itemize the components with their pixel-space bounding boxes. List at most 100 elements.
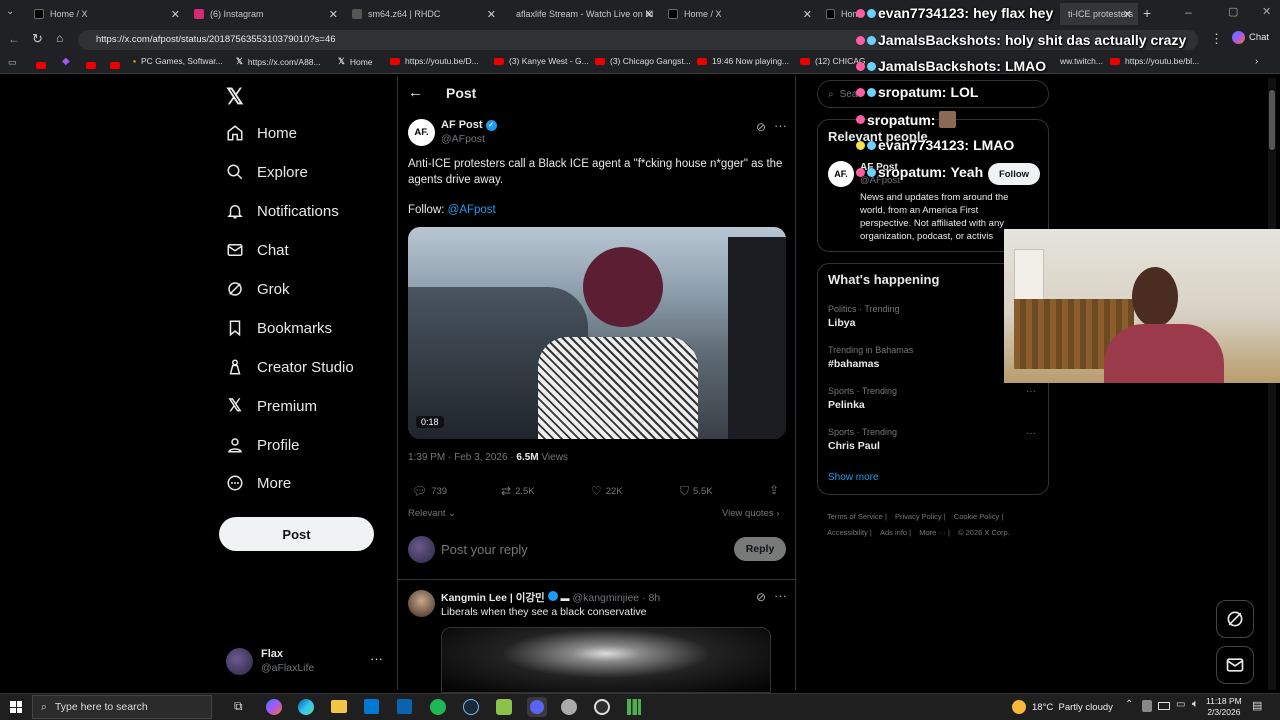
nav-profile[interactable]: Profile <box>226 436 300 454</box>
footer-link[interactable]: Cookie Policy <box>954 512 999 521</box>
tray-overflow-icon[interactable]: ⌃ <box>1125 699 1133 710</box>
minimize-icon[interactable]: – <box>1185 5 1192 19</box>
steam-icon[interactable] <box>463 699 479 715</box>
file-explorer-icon[interactable] <box>331 700 347 713</box>
taskbar-app-icon[interactable] <box>266 699 282 715</box>
maximize-icon[interactable]: ▢ <box>1228 5 1238 18</box>
footer-link[interactable]: Accessibility <box>827 528 868 537</box>
bookmark-item[interactable]: ww.twitch... <box>1060 56 1103 66</box>
show-more-link[interactable]: Show more <box>828 472 879 483</box>
nav-explore[interactable]: Explore <box>226 163 308 181</box>
nav-notifications[interactable]: Notifications <box>226 202 339 220</box>
repost-action[interactable]: ⇄ 2.5K <box>501 484 535 498</box>
close-tab-icon[interactable]: ✕ <box>171 8 180 21</box>
reply-author-name[interactable]: Kangmin Lee | 이강민 <box>441 592 545 604</box>
store-icon[interactable] <box>364 699 379 714</box>
network-icon[interactable]: ▭ <box>1176 699 1185 710</box>
nav-creator-studio[interactable]: Creator Studio <box>226 358 354 376</box>
nav-premium[interactable]: 𝕏 Premium <box>226 396 317 415</box>
trend-item[interactable]: Sports · Trending Pelinka <box>828 386 1038 411</box>
reply-media[interactable] <box>441 627 771 693</box>
avatar[interactable]: AF. <box>828 161 854 187</box>
footer-link[interactable]: Ads info <box>880 528 907 537</box>
edge-icon[interactable] <box>298 699 314 715</box>
spotify-icon[interactable] <box>430 699 446 715</box>
back-arrow-icon[interactable]: ← <box>408 84 423 101</box>
account-more-icon[interactable]: ··· <box>370 651 383 666</box>
copilot-chat-button[interactable]: Chat <box>1232 31 1269 44</box>
browser-tab[interactable]: aflaxlife Stream - Watch Live on Ki ✕ <box>502 3 660 25</box>
bookmark-item[interactable]: (3) Kanye West - G... <box>494 56 589 66</box>
bookmark-icon-only[interactable] <box>110 57 120 72</box>
start-button[interactable] <box>10 701 22 713</box>
author-name[interactable]: AF Post ✓ <box>441 119 497 131</box>
nav-more[interactable]: More <box>226 474 291 492</box>
close-tab-icon[interactable]: ✕ <box>803 8 812 21</box>
grok-explain-icon[interactable]: ⊘ <box>756 590 766 604</box>
bookmark-item[interactable]: ▪ PC Games, Softwar... <box>133 56 223 66</box>
home-icon[interactable]: ⌂ <box>56 31 63 45</box>
follow-button[interactable]: Follow <box>988 163 1040 185</box>
task-view-icon[interactable]: ⧉ <box>234 699 243 714</box>
author-handle[interactable]: @AFpost <box>441 133 485 145</box>
new-tab-icon[interactable]: + <box>1143 5 1151 21</box>
bookmark-action[interactable]: ⛉ 5.5K <box>680 484 713 499</box>
bookmark-item[interactable]: https://youtu.be/D... <box>390 56 479 66</box>
close-tab-icon[interactable]: ✕ <box>1123 8 1132 21</box>
bookmark-item[interactable]: 19:46 Now playing... <box>697 56 789 66</box>
close-window-icon[interactable]: ✕ <box>1262 5 1271 18</box>
tray-app-icon[interactable] <box>1142 700 1152 712</box>
close-tab-icon[interactable]: ✕ <box>329 8 338 21</box>
close-tab-icon[interactable]: ✕ <box>487 8 496 21</box>
back-icon[interactable]: ← <box>8 32 20 46</box>
notifications-icon[interactable]: ▤ <box>1252 699 1262 712</box>
trend-item[interactable]: Sports · Trending Chris Paul <box>828 427 1038 452</box>
reply-button[interactable]: Reply <box>734 537 786 561</box>
bookmark-item[interactable]: 𝕏 Home <box>338 56 373 67</box>
menu-dots-icon[interactable]: ⋮ <box>1210 31 1223 47</box>
obs-icon[interactable] <box>594 699 610 715</box>
bookmark-icon-only[interactable]: ◆ <box>62 56 70 67</box>
account-switcher[interactable]: Flax @aFlaxLife ··· <box>226 646 386 678</box>
browser-tab-active[interactable]: ti-ICE protesters ✕ <box>1060 3 1138 25</box>
share-icon[interactable]: ⇪ <box>769 483 779 497</box>
post-video[interactable]: 0:18 <box>408 227 786 439</box>
footer-link[interactable]: More ··· <box>919 528 946 537</box>
reply-input[interactable] <box>441 539 711 559</box>
bookmark-item[interactable]: (3) Chicago Gangst... <box>595 56 691 66</box>
reload-icon[interactable]: ↻ <box>32 31 43 47</box>
trend-more-icon[interactable]: ··· <box>1026 428 1036 439</box>
browser-tab[interactable]: Home / X ✕ <box>26 3 186 25</box>
trend-more-icon[interactable]: ··· <box>1026 386 1036 397</box>
nav-bookmarks[interactable]: Bookmarks <box>226 319 332 337</box>
clock[interactable]: 11:18 PM 2/3/2026 <box>1206 696 1242 718</box>
weather-widget[interactable]: 18°C Partly cloudy <box>1012 700 1113 714</box>
post-more-icon[interactable]: ··· <box>774 118 787 133</box>
nav-chat[interactable]: Chat <box>226 241 289 259</box>
browser-tab[interactable]: (6) Instagram ✕ <box>186 3 344 25</box>
mail-icon[interactable] <box>397 699 412 714</box>
browser-tab[interactable]: sm64.z64 | RHDC ✕ <box>344 3 502 25</box>
follow-handle-link[interactable]: @AFpost <box>448 204 496 216</box>
reply-post[interactable]: Kangmin Lee | 이강민 ▬ @kangminjiee · 8h ⊘ … <box>398 582 797 693</box>
x-logo-icon[interactable]: 𝕏 <box>226 84 244 110</box>
footer-link[interactable]: Privacy Policy <box>895 512 942 521</box>
like-action[interactable]: ♡ 22K <box>591 484 623 498</box>
grok-explain-icon[interactable]: ⊘ <box>756 120 766 134</box>
post-button[interactable]: Post <box>219 517 374 551</box>
reply-action[interactable]: 💬︎ 739 <box>412 484 447 498</box>
volume-icon[interactable]: 🔈︎ <box>1192 698 1199 711</box>
page-scrollbar[interactable] <box>1268 78 1276 690</box>
tab-list-dropdown-icon[interactable]: ⌄ <box>6 6 14 17</box>
author-avatar[interactable]: AF. <box>408 119 435 146</box>
scrollbar-thumb[interactable] <box>1269 90 1275 150</box>
nav-grok[interactable]: Grok <box>226 280 290 298</box>
bookmark-item[interactable]: https://youtu.be/bl... <box>1110 56 1199 66</box>
reply-more-icon[interactable]: ··· <box>774 588 787 603</box>
messages-floating-button[interactable] <box>1216 646 1254 684</box>
bookmark-icon-only[interactable] <box>36 57 46 72</box>
sort-dropdown[interactable]: Relevant ⌄ <box>408 508 456 519</box>
post-timestamp[interactable]: 1:39 PM · Feb 3, 2026 · <box>408 452 514 463</box>
bookmarks-icon[interactable]: ▭ <box>8 57 17 68</box>
discord-icon[interactable] <box>527 697 547 717</box>
